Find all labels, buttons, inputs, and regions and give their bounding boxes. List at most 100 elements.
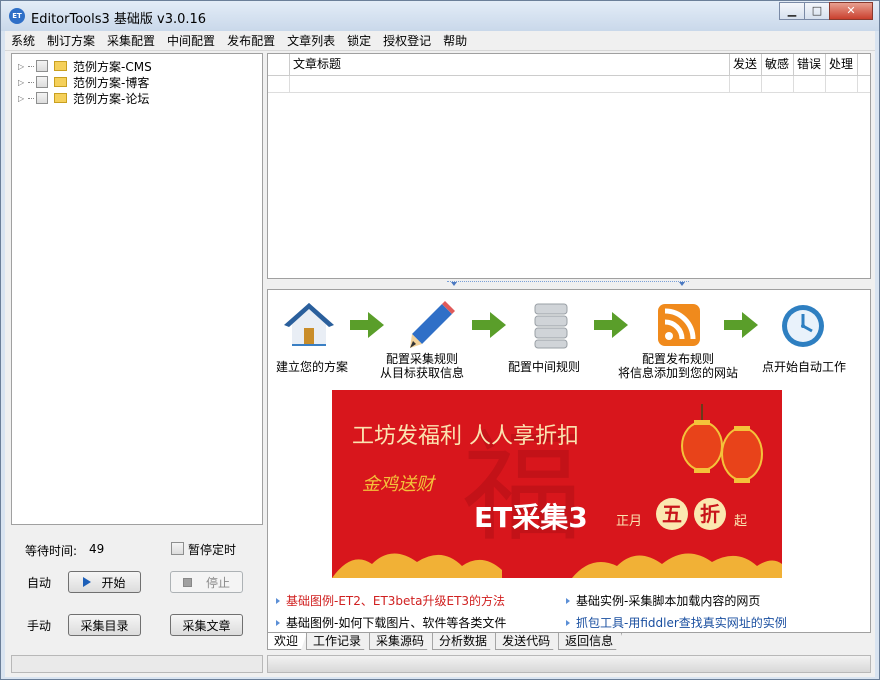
bullet-icon	[276, 619, 280, 626]
close-button[interactable]: ✕	[829, 2, 873, 20]
collect-article-button[interactable]: 采集文章	[170, 614, 243, 636]
window-title: EditorTools3 基础版 v3.0.16	[31, 12, 207, 27]
help-link-text[interactable]: 抓包工具-用fiddler查找真实网址的实例	[576, 614, 787, 631]
grid-header-processed[interactable]: 处理	[826, 54, 858, 75]
grid-cell	[268, 76, 290, 93]
bottom-tabs: 欢迎 工作记录 采集源码 分析数据 发送代码 返回信息	[267, 633, 871, 651]
table-row[interactable]	[268, 76, 870, 93]
tab-send-code[interactable]: 发送代码	[495, 633, 559, 650]
tree-checkbox[interactable]	[36, 60, 48, 72]
grid-header-sent[interactable]: 发送	[730, 54, 762, 75]
article-grid[interactable]: 文章标题 发送 敏感 错误 处理	[267, 53, 871, 279]
menu-plan[interactable]: 制订方案	[41, 31, 101, 51]
tree-connector	[28, 97, 34, 99]
welcome-panel: 建立您的方案 配置采集规则 从目标获取信息 配置中间规则 配置发布规则 将信息添…	[267, 289, 871, 633]
banner-discount-2: 折	[694, 498, 726, 530]
menu-publish-config[interactable]: 发布配置	[221, 31, 281, 51]
plan-tree[interactable]: ▷ 范例方案-CMS ▷ 范例方案-博客 ▷ 范例方案-论坛	[11, 53, 263, 525]
arrow-right-icon	[594, 312, 628, 338]
stop-button[interactable]: 停止	[170, 571, 243, 593]
banner-signature: 金鸡送财	[362, 474, 434, 495]
tab-work-log[interactable]: 工作记录	[306, 633, 370, 650]
folder-icon	[54, 77, 67, 87]
expand-arrow-icon[interactable]: ▷	[18, 62, 28, 71]
menu-collect-config[interactable]: 采集配置	[101, 31, 161, 51]
tree-item[interactable]: ▷ 范例方案-论坛	[18, 90, 149, 106]
pause-timer-label: 暂停定时	[188, 543, 237, 557]
grid-cell	[826, 76, 858, 93]
play-icon	[83, 577, 92, 587]
folder-icon	[54, 93, 67, 103]
cloud-decoration-icon	[332, 553, 782, 578]
rss-icon	[658, 304, 700, 346]
expand-arrow-icon[interactable]: ▷	[18, 78, 28, 87]
app-window: ET EditorTools3 基础版 v3.0.16 ▁ □ ✕ 系统 制订方…	[0, 0, 880, 680]
step-label-middle-rule: 配置中间规则	[508, 360, 581, 374]
tree-checkbox[interactable]	[36, 76, 48, 88]
grid-cell	[730, 76, 762, 93]
arrow-right-icon	[724, 312, 758, 338]
minimize-button[interactable]: ▁	[779, 2, 805, 20]
pane-splitter[interactable]	[447, 281, 689, 287]
pause-timer-checkbox[interactable]	[171, 542, 184, 555]
menu-article-list[interactable]: 文章列表	[281, 31, 341, 51]
help-link[interactable]: 抓包工具-用fiddler查找真实网址的实例	[566, 614, 787, 631]
menu-bar: 系统 制订方案 采集配置 中间配置 发布配置 文章列表 锁定 授权登记 帮助	[5, 31, 875, 51]
help-link[interactable]: 基础实例-采集脚本加载内容的网页	[566, 592, 760, 609]
tree-checkbox[interactable]	[36, 92, 48, 104]
tree-item[interactable]: ▷ 范例方案-博客	[18, 74, 149, 90]
stop-icon	[182, 577, 192, 587]
help-link[interactable]: 基础图例-如何下载图片、软件等各类文件	[276, 614, 506, 631]
menu-middle-config[interactable]: 中间配置	[161, 31, 221, 51]
grid-header-select[interactable]	[268, 54, 290, 75]
collect-list-button[interactable]: 采集目录	[68, 614, 141, 636]
tab-welcome[interactable]: 欢迎	[267, 633, 307, 650]
menu-lock[interactable]: 锁定	[341, 31, 377, 51]
title-bar[interactable]: ET EditorTools3 基础版 v3.0.16 ▁ □ ✕	[1, 1, 879, 31]
help-link-text[interactable]: 基础实例-采集脚本加载内容的网页	[576, 592, 760, 609]
house-icon	[284, 303, 334, 346]
maximize-button[interactable]: □	[804, 2, 830, 20]
tree-item-label: 范例方案-论坛	[73, 91, 150, 106]
client-area: ▷ 范例方案-CMS ▷ 范例方案-博客 ▷ 范例方案-论坛 等待时间: 49 …	[5, 51, 875, 677]
step-label-publish-rule: 配置发布规则 将信息添加到您的网站	[618, 352, 739, 380]
wait-time-value: 49	[89, 542, 105, 556]
tab-analysis-data[interactable]: 分析数据	[432, 633, 496, 650]
menu-license[interactable]: 授权登记	[377, 31, 437, 51]
tree-connector	[28, 81, 34, 83]
progress-bar	[267, 655, 871, 673]
tree-connector	[28, 65, 34, 67]
tree-item-label: 范例方案-博客	[73, 75, 150, 90]
grid-header-title[interactable]: 文章标题	[290, 54, 730, 75]
grid-header-error[interactable]: 错误	[794, 54, 826, 75]
start-button-label: 开始	[101, 575, 126, 590]
status-bar-left	[11, 655, 263, 673]
step-label-create-plan: 建立您的方案	[276, 360, 349, 374]
tree-item[interactable]: ▷ 范例方案-CMS	[18, 58, 152, 74]
banner-suffix: 起	[734, 514, 748, 529]
start-button[interactable]: 开始	[68, 571, 141, 593]
menu-system[interactable]: 系统	[5, 31, 41, 51]
bullet-icon	[276, 597, 280, 604]
help-link[interactable]: 基础图例-ET2、ET3beta升级ET3的方法	[276, 592, 505, 609]
banner-product: ET采集3	[474, 501, 588, 534]
app-logo-icon: ET	[9, 8, 25, 24]
banner-discount-1: 五	[656, 498, 688, 530]
grid-cell	[762, 76, 794, 93]
menu-help[interactable]: 帮助	[437, 31, 473, 51]
grid-header-sensitive[interactable]: 敏感	[762, 54, 794, 75]
help-link-text[interactable]: 基础图例-ET2、ET3beta升级ET3的方法	[286, 592, 505, 609]
help-link-text[interactable]: 基础图例-如何下载图片、软件等各类文件	[286, 614, 506, 631]
manual-label: 手动	[27, 619, 52, 633]
wait-time-label: 等待时间:	[25, 544, 78, 558]
pencil-icon	[410, 301, 455, 348]
bullet-icon	[566, 597, 570, 604]
stop-button-label: 停止	[205, 575, 230, 590]
arrow-right-icon	[472, 312, 506, 338]
promo-banner[interactable]: 福 工坊发福利 人人享折扣 金鸡送财 ET采集3 正月 五 折 起	[332, 390, 782, 578]
arrow-right-icon	[350, 312, 384, 338]
expand-arrow-icon[interactable]: ▷	[18, 94, 28, 103]
tab-return-info[interactable]: 返回信息	[558, 633, 622, 650]
banner-month: 正月	[616, 514, 643, 529]
tab-collect-source[interactable]: 采集源码	[369, 633, 433, 650]
